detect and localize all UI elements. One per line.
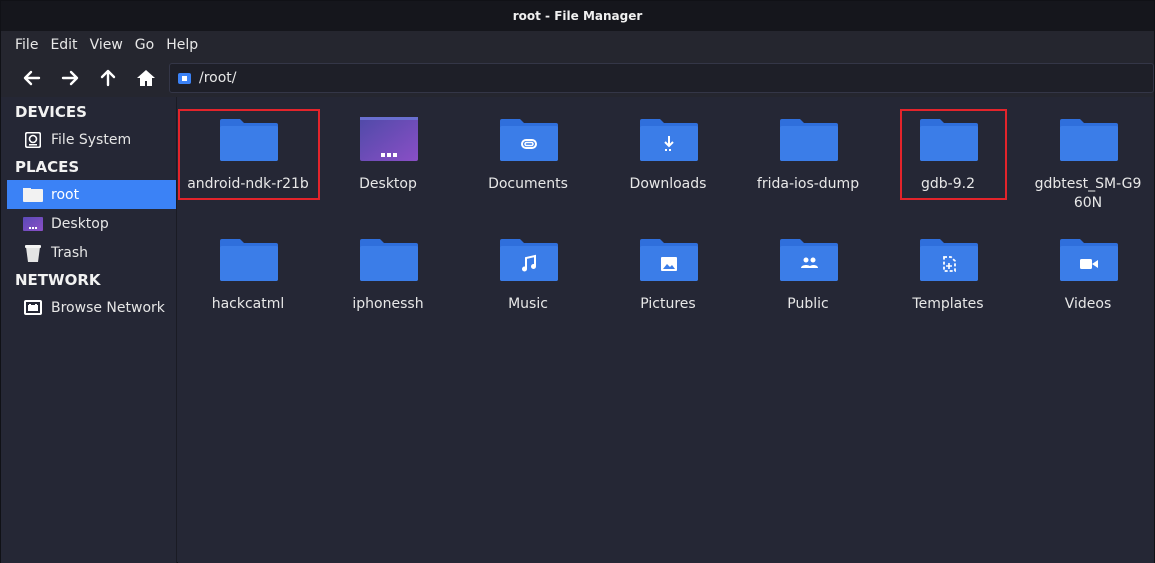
file-view: android-ndk-r21b Desktop Documents Download… xyxy=(178,97,1154,563)
highlight-box xyxy=(900,109,1007,200)
file-item[interactable]: Pictures xyxy=(598,217,738,332)
location-bar[interactable]: /root/ xyxy=(169,63,1154,93)
desktop-icon xyxy=(23,216,43,232)
file-item[interactable]: hackcatml xyxy=(178,217,318,332)
file-item[interactable]: Templates xyxy=(878,217,1018,332)
highlight-box xyxy=(178,109,320,200)
file-item[interactable]: Music xyxy=(458,217,598,332)
devices-heading: DEVICES xyxy=(15,103,87,121)
places-heading: PLACES xyxy=(15,158,80,176)
file-name: hackcatml xyxy=(211,296,285,312)
file-item[interactable]: frida-ios-dump xyxy=(738,97,878,212)
file-item[interactable]: gdbtest_SM-G960N xyxy=(1018,97,1155,212)
documents-folder-icon xyxy=(500,117,558,161)
file-name: frida-ios-dump xyxy=(756,176,860,192)
drive-icon xyxy=(23,131,43,148)
sidebar-item-root[interactable]: root xyxy=(7,180,176,209)
folder-icon xyxy=(780,117,838,161)
sidebar-item-label: File System xyxy=(51,131,132,148)
folder-icon xyxy=(220,237,278,281)
file-item[interactable]: iphonessh xyxy=(318,217,458,332)
network-icon xyxy=(23,299,43,316)
downloads-folder-icon xyxy=(640,117,698,161)
file-item[interactable]: Videos xyxy=(1018,217,1155,332)
public-folder-icon xyxy=(780,237,838,281)
file-name: Videos xyxy=(1064,296,1112,312)
home-folder-icon xyxy=(178,72,191,84)
sidebar-item-browse-network[interactable]: Browse Network xyxy=(1,293,176,322)
file-item[interactable]: Desktop xyxy=(318,97,458,212)
sidebar-item-desktop[interactable]: Desktop xyxy=(1,209,176,238)
sidebar-item-label: Desktop xyxy=(51,215,109,232)
templates-folder-icon xyxy=(920,237,978,281)
folder-icon xyxy=(1060,117,1118,161)
desktop-folder-icon xyxy=(360,117,418,161)
file-manager-window: root - File Manager File Edit View Go He… xyxy=(0,0,1155,563)
file-item[interactable]: Public xyxy=(738,217,878,332)
file-name: Public xyxy=(787,296,829,312)
file-name: iphonessh xyxy=(352,296,424,312)
folder-icon xyxy=(360,237,418,281)
sidebar-item-file-system[interactable]: File System xyxy=(1,125,176,154)
arrow-right-icon xyxy=(61,70,79,86)
menu-bar: File Edit View Go Help xyxy=(1,31,1154,59)
location-path: /root/ xyxy=(199,70,237,86)
sidebar-item-label: root xyxy=(51,186,80,203)
menu-view[interactable]: View xyxy=(84,31,129,59)
file-name: Downloads xyxy=(629,176,707,192)
trash-icon xyxy=(23,244,43,262)
menu-file[interactable]: File xyxy=(9,31,44,59)
file-name: Desktop xyxy=(359,176,417,192)
pictures-folder-icon xyxy=(640,237,698,281)
network-heading: NETWORK xyxy=(15,271,101,289)
home-button[interactable] xyxy=(127,62,165,94)
menu-edit[interactable]: Edit xyxy=(44,31,83,59)
file-item[interactable]: Documents xyxy=(458,97,598,212)
toolbar: /root/ xyxy=(1,59,1154,97)
sidebar-item-trash[interactable]: Trash xyxy=(1,238,176,267)
sidebar-item-label: Browse Network xyxy=(51,299,165,316)
file-name: Music xyxy=(508,296,548,312)
arrow-left-icon xyxy=(23,70,41,86)
home-folder-icon xyxy=(23,187,43,203)
menu-go[interactable]: Go xyxy=(129,31,160,59)
arrow-up-icon xyxy=(100,69,116,87)
file-name: Documents xyxy=(488,176,568,192)
music-folder-icon xyxy=(500,237,558,281)
home-icon xyxy=(137,70,155,86)
up-button[interactable] xyxy=(89,62,127,94)
forward-button[interactable] xyxy=(51,62,89,94)
file-name: gdbtest_SM-G960N xyxy=(1034,176,1142,211)
sidebar: DEVICES File System PLACES root Desktop … xyxy=(1,97,177,563)
back-button[interactable] xyxy=(13,62,51,94)
file-name: Pictures xyxy=(640,296,696,312)
sidebar-item-label: Trash xyxy=(51,244,88,261)
videos-folder-icon xyxy=(1060,237,1118,281)
file-item[interactable]: Downloads xyxy=(598,97,738,212)
menu-help[interactable]: Help xyxy=(160,31,204,59)
file-name: Templates xyxy=(912,296,984,312)
window-title: root - File Manager xyxy=(1,1,1154,31)
